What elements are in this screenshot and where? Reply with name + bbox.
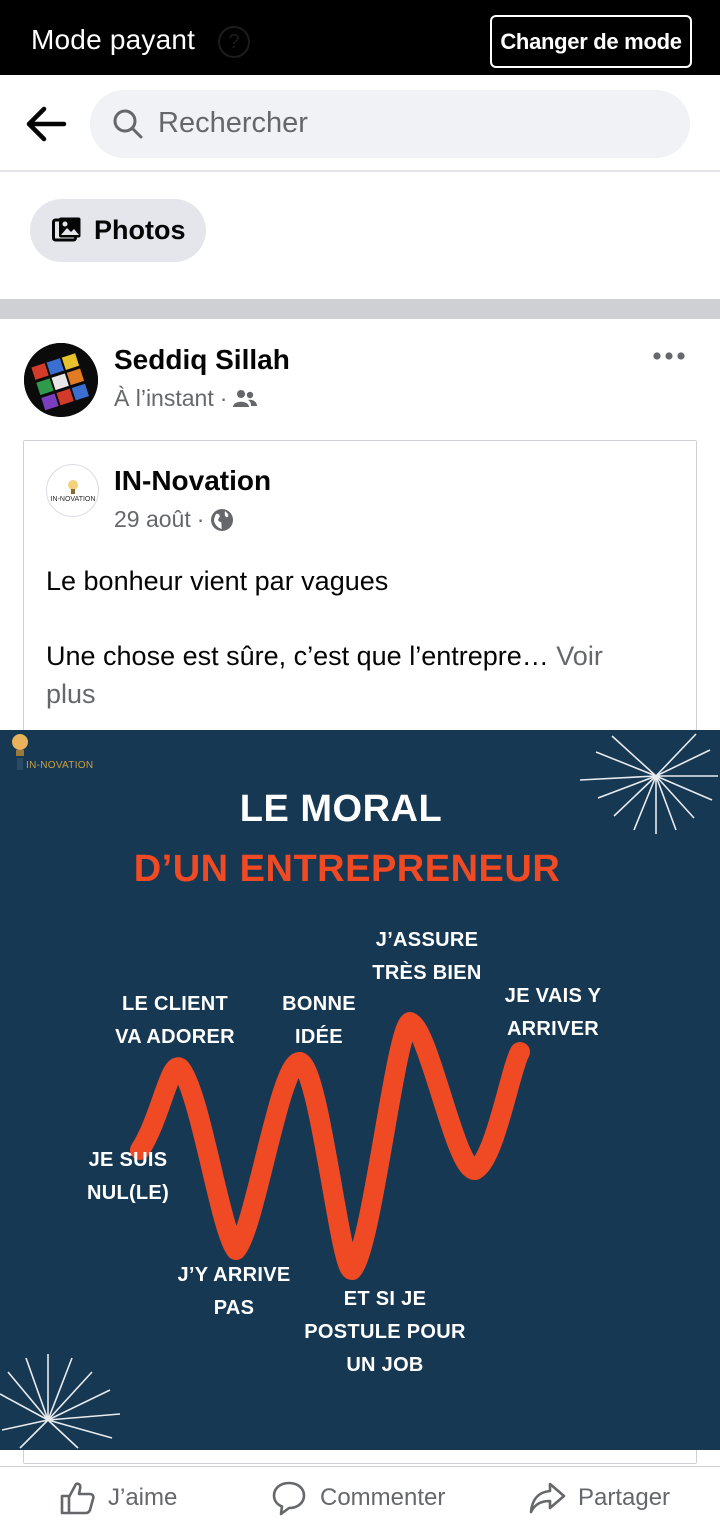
help-icon[interactable]: ? [218,26,250,58]
comment-label: Commenter [320,1484,446,1511]
change-mode-button[interactable]: Changer de mode [490,15,692,68]
comment-icon [272,1481,306,1516]
image-title-line-1: LE MORAL [239,788,443,830]
mode-title: Mode payant [31,24,196,55]
rubiks-cube-image [24,343,98,417]
section-divider [0,299,720,319]
meta-separator: · [219,385,228,411]
thumbs-up-icon [60,1482,95,1515]
author-avatar[interactable] [24,343,98,417]
post-meta: À l’instant · [114,385,258,412]
label-line: J’ASSURE [375,929,479,951]
label-line: ARRIVER [506,1018,600,1040]
label-line: JE SUIS [88,1149,168,1171]
chip-label: Photos [94,215,186,245]
author-name[interactable]: Seddiq Sillah [114,344,290,376]
image-title-line-2: D’UN ENTREPRENEUR [133,848,561,890]
shared-post-meta: 29 août · [114,506,234,533]
label-line: BONNE [282,993,356,1015]
label-line: LE CLIENT [121,993,229,1015]
like-button[interactable]: J’aime [58,1479,177,1517]
see-more-link[interactable]: Voir [556,641,603,671]
label-line: JE VAIS Y [504,985,602,1007]
search-icon [113,109,143,139]
page-avatar[interactable]: IN-NOVATION [46,464,99,517]
globe-icon [211,508,234,531]
see-more-link-continued[interactable]: plus [46,675,96,713]
sunburst-decoration-bottom [0,1354,121,1449]
label-j-y-arrive-pas: J’Y ARRIVE PAS [166,1259,302,1325]
post-text-truncated: Une chose est sûre, c’est que l’entrepre… [46,641,549,671]
label-je-suis-nul: JE SUIS NUL(LE) [76,1144,180,1210]
label-line: UN JOB [346,1354,424,1376]
label-line: TRÈS BIEN [372,962,482,984]
meta-separator: · [196,506,205,532]
post-image[interactable]: IN-NOVATION LE MORAL D’UN ENTREPRENEUR L… [0,730,720,1450]
friends-icon [233,389,258,407]
mode-bar: Mode payant ? Changer de mode [0,0,720,75]
label-line: VA ADORER [115,1026,235,1048]
label-line: NUL(LE) [86,1182,170,1204]
label-line: J’Y ARRIVE [177,1264,291,1286]
shared-post-date[interactable]: 29 août [114,506,191,533]
post-action-bar: J’aime Commenter Partager [0,1466,720,1529]
more-options-icon[interactable] [652,348,686,364]
filter-chip-photos[interactable]: Photos [30,199,206,262]
label-le-client: LE CLIENT VA ADORER [107,988,243,1054]
share-icon [529,1482,566,1514]
svg-text:IN-NOVATION: IN-NOVATION [51,496,96,503]
label-j-assure: J’ASSURE TRÈS BIEN [358,924,496,990]
search-placeholder: Rechercher [158,107,308,139]
label-line: PAS [213,1297,255,1319]
share-label: Partager [578,1484,671,1511]
logo-text: IN-NOVATION [26,760,94,771]
label-line: POSTULE POUR [304,1321,466,1343]
label-line: ET SI JE [343,1288,427,1310]
label-line: IDÉE [295,1026,343,1048]
label-bonne-idee: BONNE IDÉE [270,988,368,1054]
page-name[interactable]: IN-Novation [114,465,271,497]
search-input[interactable]: Rechercher [90,90,690,158]
comment-button[interactable]: Commenter [270,1479,445,1517]
page-logo: IN-NOVATION [51,480,96,503]
mood-wave-line [130,1012,530,1280]
back-arrow-icon[interactable] [22,102,68,146]
photos-icon [52,217,81,242]
label-et-si-je-postule: ET SI JE POSTULE POUR UN JOB [296,1283,474,1382]
like-label: J’aime [108,1484,178,1511]
post-text-line-1: Le bonheur vient par vagues [46,566,389,596]
label-je-vais-y-arriver: JE VAIS Y ARRIVER [494,980,612,1046]
post-time[interactable]: À l’instant [114,385,214,412]
share-button[interactable]: Partager [528,1479,670,1517]
post-text-line-2: Une chose est sûre, c’est que l’entrepre… [46,637,603,675]
search-header: Rechercher [0,75,720,172]
